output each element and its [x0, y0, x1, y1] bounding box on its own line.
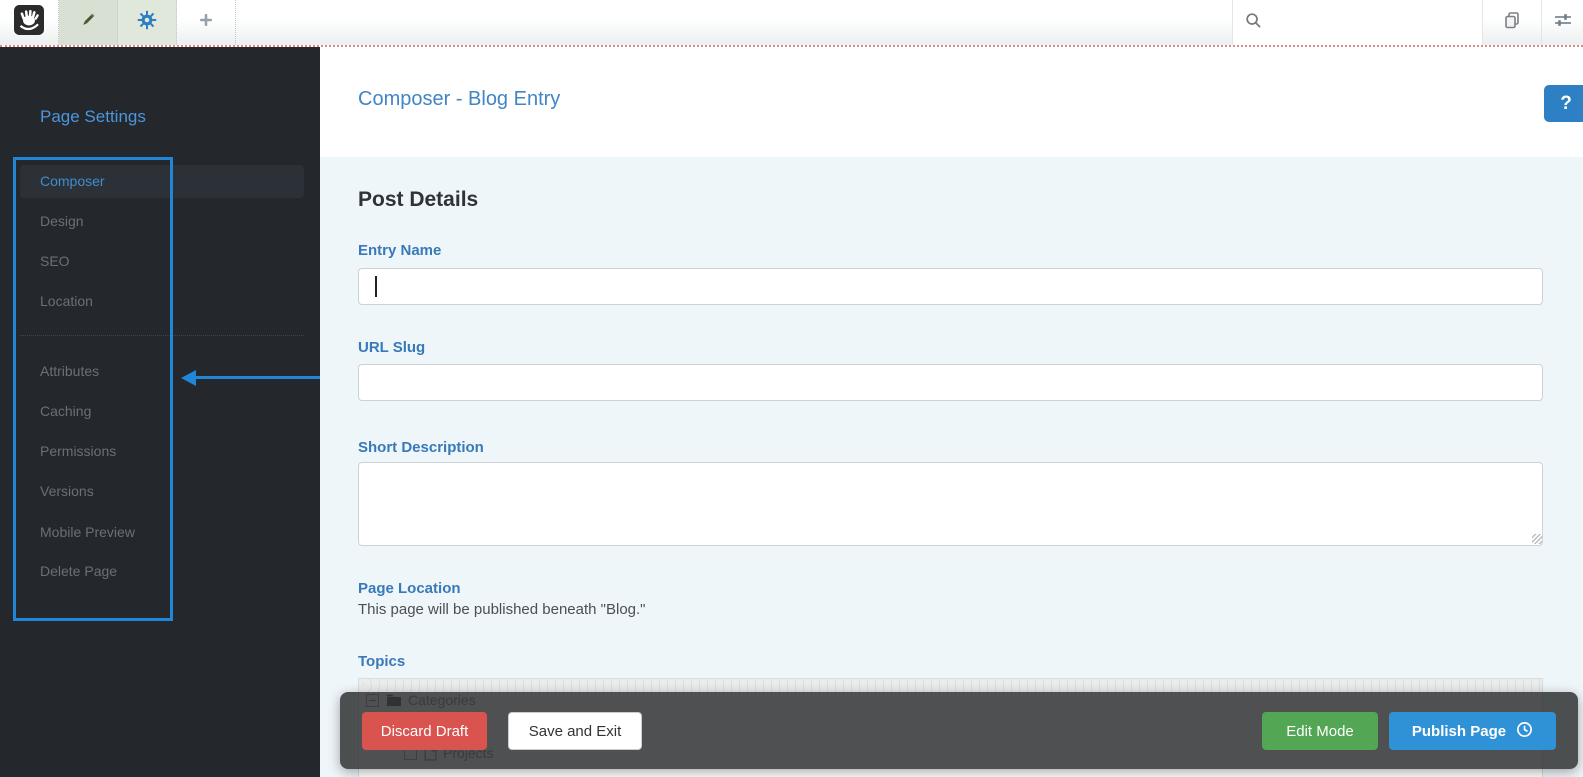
sidebar-item-caching[interactable]: Caching	[40, 403, 91, 419]
app-window: Page Settings Composer Design SEO Locati…	[0, 0, 1583, 777]
draft-action-bar: Discard Draft Save and Exit Edit Mode Pu…	[340, 692, 1578, 769]
page-settings-sidebar: Page Settings Composer Design SEO Locati…	[0, 47, 320, 777]
page-settings-button[interactable]	[118, 0, 177, 45]
top-toolbar	[0, 0, 1583, 47]
sidebar-item-mobile-preview[interactable]: Mobile Preview	[40, 524, 135, 540]
sidebar-item-location[interactable]: Location	[40, 293, 93, 309]
edit-mode-button-bar[interactable]: Edit Mode	[1262, 712, 1378, 750]
annotation-arrow-head	[181, 370, 196, 386]
edit-mode-button[interactable]	[59, 0, 118, 45]
search-input[interactable]	[1270, 15, 1482, 31]
help-button[interactable]: ?	[1544, 85, 1583, 122]
sidebar-item-delete-page[interactable]: Delete Page	[40, 563, 117, 579]
add-content-button[interactable]	[177, 0, 236, 45]
toolbar-spacer	[236, 0, 1232, 45]
sidebar-item-seo[interactable]: SEO	[40, 253, 70, 269]
publish-page-button[interactable]: Publish Page	[1389, 712, 1556, 750]
page-title: Composer - Blog Entry	[358, 88, 560, 111]
url-slug-input[interactable]	[358, 364, 1543, 401]
topics-tree-header	[359, 679, 1542, 692]
short-description-textarea[interactable]	[358, 462, 1543, 546]
section-title: Post Details	[358, 188, 478, 212]
short-description-label: Short Description	[358, 439, 484, 456]
text-cursor	[375, 276, 377, 297]
sliders-icon	[1553, 10, 1573, 35]
sidebar-item-composer[interactable]: Composer	[40, 173, 105, 189]
concrete5-logo	[14, 5, 44, 40]
sidebar-title: Page Settings	[40, 107, 146, 127]
search-icon	[1245, 12, 1262, 34]
post-details-section: Post Details Entry Name URL Slug Short D…	[320, 157, 1583, 777]
annotation-highlight-box	[13, 157, 173, 621]
pencil-icon	[79, 11, 97, 34]
url-slug-label: URL Slug	[358, 339, 425, 356]
discard-draft-button[interactable]: Discard Draft	[362, 712, 487, 750]
textarea-resize-handle[interactable]	[1532, 534, 1542, 544]
settings-sliders-button[interactable]	[1541, 0, 1583, 45]
search-bar[interactable]	[1232, 0, 1482, 45]
topics-label: Topics	[358, 653, 405, 670]
entry-name-label: Entry Name	[358, 242, 441, 259]
page-location-text: This page will be published beneath "Blo…	[358, 601, 646, 618]
sidebar-item-permissions[interactable]: Permissions	[40, 443, 116, 459]
home-button[interactable]	[0, 0, 59, 45]
clock-icon	[1516, 721, 1533, 742]
save-and-exit-button[interactable]: Save and Exit	[508, 712, 642, 750]
annotation-arrow-line	[195, 376, 320, 379]
copy-pages-icon	[1502, 10, 1522, 35]
sitemap-pages-button[interactable]	[1482, 0, 1541, 45]
plus-icon	[198, 12, 214, 33]
sidebar-separator	[20, 335, 304, 336]
entry-name-input[interactable]	[358, 268, 1543, 305]
sidebar-item-design[interactable]: Design	[40, 213, 84, 229]
page-location-label: Page Location	[358, 580, 461, 597]
sidebar-item-versions[interactable]: Versions	[40, 483, 94, 499]
sidebar-item-attributes[interactable]: Attributes	[40, 363, 99, 379]
publish-page-label: Publish Page	[1412, 723, 1506, 740]
main-panel: Composer - Blog Entry ? Post Details Ent…	[320, 47, 1583, 777]
gear-icon	[137, 10, 157, 35]
